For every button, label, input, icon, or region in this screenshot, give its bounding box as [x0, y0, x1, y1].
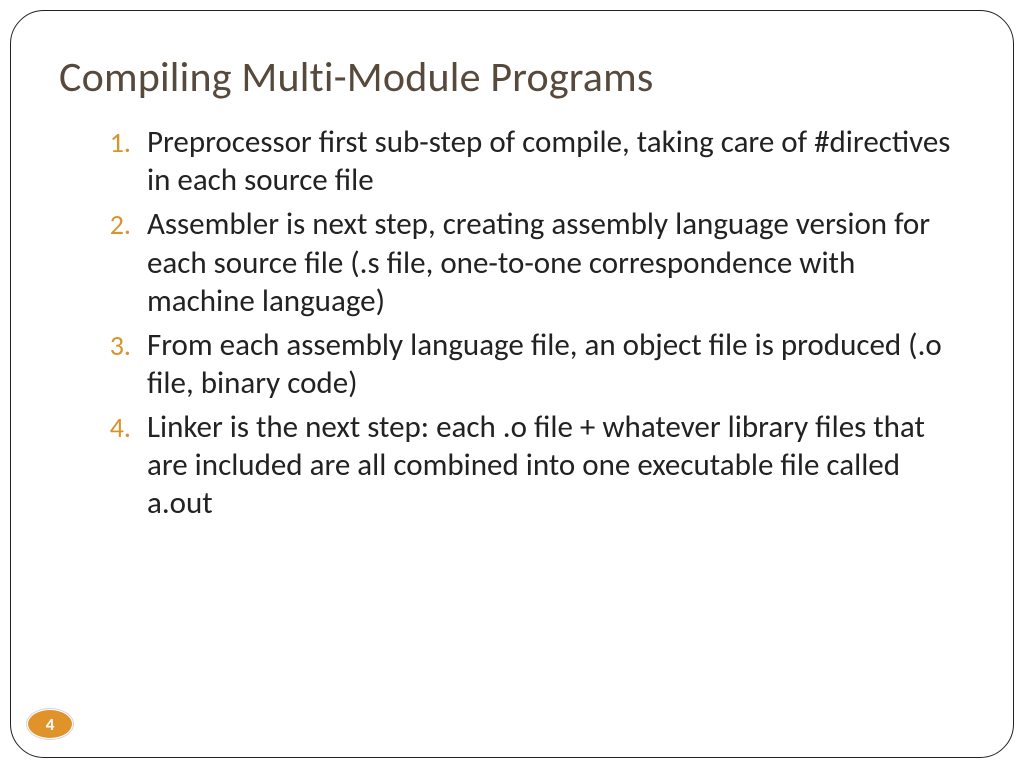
page-number: 4: [46, 714, 55, 735]
slide-frame: Compiling Multi-Module Programs 1. Prepr…: [10, 10, 1014, 758]
list-text: Linker is the next step: each .o file + …: [147, 408, 965, 522]
slide-title: Compiling Multi-Module Programs: [59, 55, 965, 101]
list-item: 1. Preprocessor first sub-step of compil…: [99, 123, 965, 199]
list-number: 4.: [99, 408, 147, 445]
list-number: 1.: [99, 123, 147, 160]
list-item: 2. Assembler is next step, creating asse…: [99, 205, 965, 319]
list-text: From each assembly language file, an obj…: [147, 326, 965, 402]
list-item: 3. From each assembly language file, an …: [99, 326, 965, 402]
list-number: 2.: [99, 205, 147, 242]
page-number-badge: 4: [27, 709, 73, 739]
numbered-list: 1. Preprocessor first sub-step of compil…: [59, 123, 965, 522]
list-number: 3.: [99, 326, 147, 363]
list-text: Assembler is next step, creating assembl…: [147, 205, 965, 319]
list-item: 4. Linker is the next step: each .o file…: [99, 408, 965, 522]
list-text: Preprocessor first sub-step of compile, …: [147, 123, 965, 199]
